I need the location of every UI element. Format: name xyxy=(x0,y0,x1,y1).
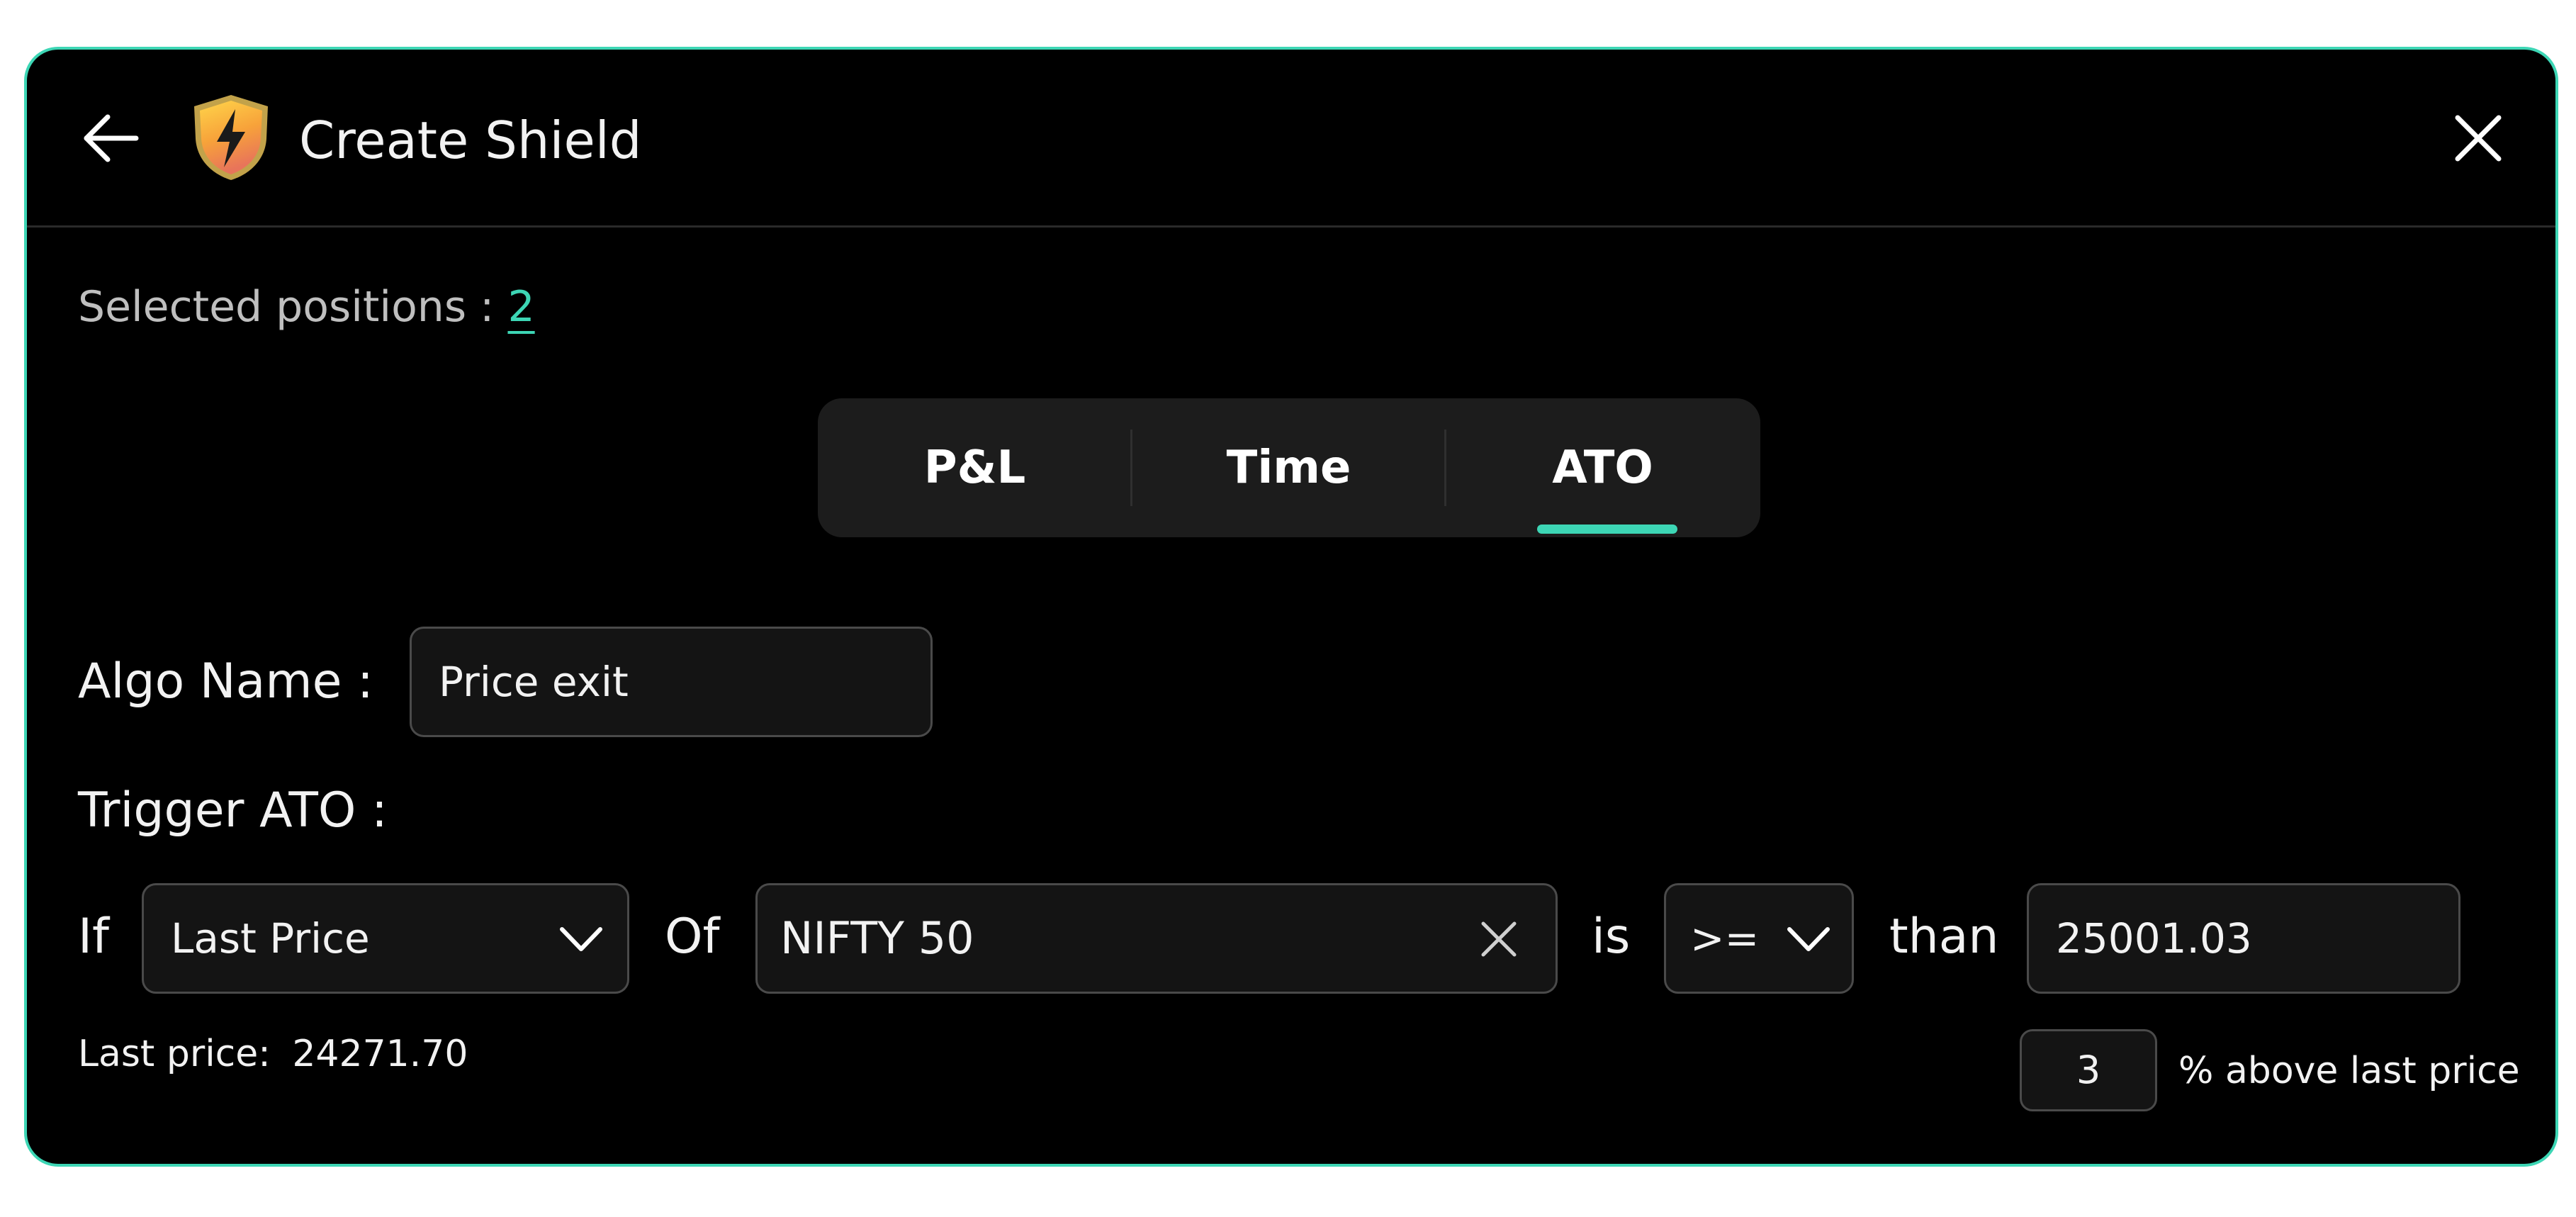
threshold-value: 25001.03 xyxy=(2056,914,2252,963)
operator-value: >= xyxy=(1690,914,1760,963)
percent-value: 3 xyxy=(2076,1048,2101,1092)
dialog-title: Create Shield xyxy=(299,111,642,170)
active-tab-indicator xyxy=(1537,525,1677,534)
clear-x-icon[interactable] xyxy=(1479,919,1519,959)
percent-input[interactable]: 3 xyxy=(2020,1029,2157,1111)
condition-tabs: P&L Time ATO xyxy=(818,398,1760,537)
algo-name-field[interactable]: Price exit xyxy=(410,627,933,737)
close-icon[interactable] xyxy=(2452,112,2504,164)
tab-pnl[interactable]: P&L xyxy=(818,398,1132,537)
tab-ato[interactable]: ATO xyxy=(1446,398,1760,537)
threshold-field[interactable]: 25001.03 xyxy=(2027,883,2460,994)
operator-select[interactable]: >= xyxy=(1664,883,1854,994)
percent-suffix-label: % above last price xyxy=(2178,1050,2520,1092)
metric-select[interactable]: Last Price xyxy=(142,883,629,994)
tab-time[interactable]: Time xyxy=(1132,398,1446,537)
than-label: than xyxy=(1889,909,1999,965)
algo-name-value: Price exit xyxy=(439,658,629,706)
chevron-down-icon xyxy=(560,927,602,951)
trigger-ato-label: Trigger ATO : xyxy=(78,783,388,839)
of-label: Of xyxy=(665,909,720,965)
last-price-info: Last price: 24271.70 xyxy=(78,1029,468,1079)
selected-positions-label: Selected positions : xyxy=(78,282,495,332)
dialog-header: Create Shield xyxy=(27,50,2555,228)
selected-positions: Selected positions : 2 xyxy=(78,275,535,339)
chevron-down-icon xyxy=(1787,927,1830,951)
instrument-value: NIFTY 50 xyxy=(780,912,974,964)
last-price-label: Last price: xyxy=(78,1033,271,1075)
last-price-value: 24271.70 xyxy=(292,1033,468,1075)
selected-positions-count[interactable]: 2 xyxy=(507,282,534,332)
algo-name-label: Algo Name : xyxy=(78,654,373,710)
if-label: If xyxy=(78,909,109,965)
instrument-field[interactable]: NIFTY 50 xyxy=(755,883,1558,994)
arrow-left-icon[interactable] xyxy=(82,113,139,163)
create-shield-dialog: Create Shield Selected positions : 2 P&L… xyxy=(24,47,2558,1167)
shield-lightning-icon xyxy=(194,95,268,180)
metric-value: Last Price xyxy=(171,914,370,963)
is-label: is xyxy=(1592,909,1631,965)
